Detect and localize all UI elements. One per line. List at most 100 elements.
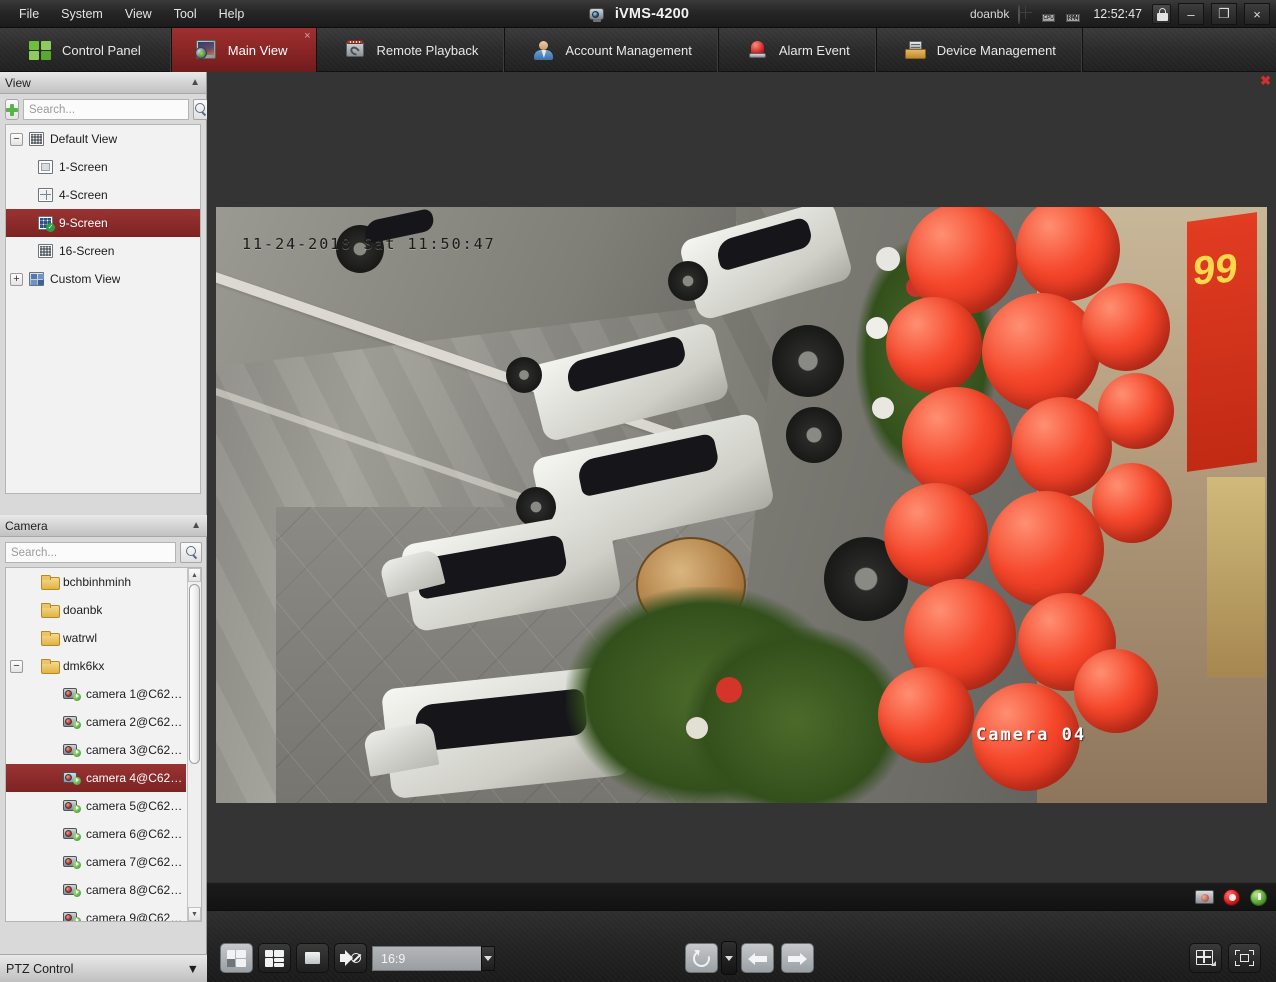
window-division-button[interactable]: [1189, 943, 1222, 973]
tab-close-icon[interactable]: ×: [304, 31, 310, 42]
tree-label: 16-Screen: [59, 244, 115, 258]
mute-button[interactable]: [334, 943, 367, 973]
tree-item-folder-doanbk[interactable]: doanbk: [6, 596, 186, 624]
save-layout-button[interactable]: [220, 943, 253, 973]
tab-control-panel[interactable]: Control Panel: [0, 28, 172, 72]
camera-search-button[interactable]: [180, 542, 202, 563]
control-panel-icon: [28, 38, 52, 62]
multi-window-button[interactable]: [258, 943, 291, 973]
scroll-up-arrow[interactable]: ▲: [188, 568, 201, 582]
cpu-icon-label: CPU: [1042, 14, 1055, 22]
ram-icon[interactable]: RAM: [1066, 6, 1083, 22]
stop-all-live-view-button[interactable]: [296, 943, 329, 973]
menu-item-help[interactable]: Help: [208, 3, 256, 25]
tree-item-camera-8[interactable]: camera 8@C623511...: [6, 876, 186, 904]
live-view-stage[interactable]: ✖ 99 11-24-2018 Sat 11:50:47 Camera 04: [207, 72, 1276, 910]
tab-label-alarm-event: Alarm Event: [778, 42, 850, 58]
stream-status-icon[interactable]: [1249, 888, 1268, 906]
ptz-control-header[interactable]: PTZ Control ▼: [0, 954, 207, 982]
recording-status-icon[interactable]: [1222, 888, 1241, 906]
camera-list-scrollbar[interactable]: ▲ ▼: [187, 568, 201, 921]
tab-alarm-event[interactable]: Alarm Event: [719, 28, 877, 72]
globe-icon[interactable]: [1018, 5, 1035, 24]
aspect-ratio-value: 16:9: [381, 951, 406, 966]
tree-item-camera-7[interactable]: camera 7@C623511...: [6, 848, 186, 876]
snapshot-status-icon[interactable]: [1195, 888, 1214, 906]
chevron-up-icon[interactable]: ▲: [191, 520, 201, 531]
tab-remote-playback[interactable]: Remote Playback: [317, 28, 506, 72]
camera-tree[interactable]: bchbinhminh doanbk watrwl − dmk6kx camer…: [5, 567, 202, 922]
cpu-icon[interactable]: CPU: [1042, 6, 1059, 22]
view-search-input[interactable]: [23, 99, 189, 120]
aspect-ratio-select[interactable]: 16:9: [372, 946, 495, 971]
expander-icon[interactable]: −: [10, 659, 23, 673]
tab-label-device-management: Device Management: [936, 42, 1056, 58]
refresh-dropdown-button[interactable]: [721, 941, 737, 975]
scrollbar-thumb[interactable]: [189, 584, 200, 764]
folder-icon: [41, 659, 60, 674]
tree-item-camera-6[interactable]: camera 6@C623511...: [6, 820, 186, 848]
previous-page-button[interactable]: [741, 943, 774, 973]
tree-label: 4-Screen: [59, 188, 108, 202]
minimize-button[interactable]: –: [1178, 3, 1204, 25]
ptz-control-title: PTZ Control: [6, 961, 74, 976]
tree-item-4-screen[interactable]: 4-Screen: [6, 181, 200, 209]
tree-item-camera-2[interactable]: camera 2@C623511...: [6, 708, 186, 736]
view-tree[interactable]: − Default View 1-Screen 4-Screen ✓ 9-Scr…: [5, 124, 201, 494]
restore-button[interactable]: ❐: [1211, 3, 1237, 25]
expander-icon[interactable]: −: [10, 132, 23, 146]
tab-account-management[interactable]: Account Management: [505, 28, 719, 72]
tree-item-custom-view[interactable]: + Custom View: [6, 265, 200, 293]
tree-item-9-screen[interactable]: ✓ 9-Screen: [6, 209, 200, 237]
alarm-event-icon: [745, 38, 769, 62]
scroll-down-arrow[interactable]: ▼: [188, 907, 201, 921]
expander-icon[interactable]: +: [10, 272, 23, 286]
tree-item-default-view[interactable]: − Default View: [6, 125, 200, 153]
chevron-down-icon: [725, 955, 733, 961]
lock-icon[interactable]: [1152, 4, 1171, 24]
menu-item-tool[interactable]: Tool: [163, 3, 208, 25]
view-panel-title: View: [5, 75, 31, 90]
view-panel-header[interactable]: View ▲: [0, 72, 206, 94]
tree-item-folder-bchbinhminh[interactable]: bchbinhminh: [6, 568, 186, 596]
tree-item-1-screen[interactable]: 1-Screen: [6, 153, 200, 181]
tree-item-folder-dmk6kx[interactable]: − dmk6kx: [6, 652, 186, 680]
view-search-button[interactable]: [193, 99, 208, 120]
tree-label: watrwl: [63, 631, 98, 645]
tree-item-camera-3[interactable]: camera 3@C623511...: [6, 736, 186, 764]
tree-item-camera-1[interactable]: camera 1@C623511...: [6, 680, 186, 708]
close-button[interactable]: ×: [1244, 3, 1270, 25]
tree-item-folder-watrwl[interactable]: watrwl: [6, 624, 186, 652]
full-screen-button[interactable]: [1228, 943, 1261, 973]
menu-item-view[interactable]: View: [114, 3, 163, 25]
custom-view-icon: [28, 271, 45, 287]
camera-search-input[interactable]: [5, 542, 176, 563]
tab-main-view[interactable]: Main View ×: [171, 28, 317, 72]
refresh-button[interactable]: [685, 943, 718, 973]
add-view-button[interactable]: [5, 99, 19, 120]
tree-item-camera-5[interactable]: camera 5@C623511...: [6, 792, 186, 820]
ram-icon-label: RAM: [1066, 14, 1080, 22]
current-user-label: doanbk: [969, 7, 1010, 21]
tree-label: camera 9@C623511...: [86, 911, 186, 921]
menu-item-system[interactable]: System: [50, 3, 114, 25]
tree-item-camera-9[interactable]: camera 9@C623511...: [6, 904, 186, 921]
camera-panel-header[interactable]: Camera ▲: [0, 515, 207, 537]
tree-item-16-screen[interactable]: 16-Screen: [6, 237, 200, 265]
next-page-button[interactable]: [781, 943, 814, 973]
tree-item-camera-4[interactable]: camera 4@C623511...: [6, 764, 186, 792]
video-window-camera-04[interactable]: 11-24-2018 Sat 11:50:47 Camera 04: [216, 207, 1267, 803]
mute-icon: [340, 950, 361, 966]
aspect-ratio-dropdown-button[interactable]: [481, 946, 495, 971]
camera-icon: [63, 911, 81, 921]
previous-page-arrow: [748, 951, 767, 966]
tab-bar: Control Panel Main View × Remote Playbac…: [0, 28, 1276, 72]
save-layout-icon: [227, 949, 246, 967]
stage-close-icon[interactable]: ✖: [1260, 74, 1271, 87]
tree-label: camera 1@C623511...: [86, 687, 186, 701]
chevron-up-icon[interactable]: ▲: [190, 77, 200, 88]
tab-device-management[interactable]: Device Management: [877, 28, 1083, 72]
menu-item-file[interactable]: File: [8, 3, 50, 25]
magnifier-icon: [185, 546, 198, 559]
chevron-down-icon[interactable]: ▼: [187, 962, 199, 976]
